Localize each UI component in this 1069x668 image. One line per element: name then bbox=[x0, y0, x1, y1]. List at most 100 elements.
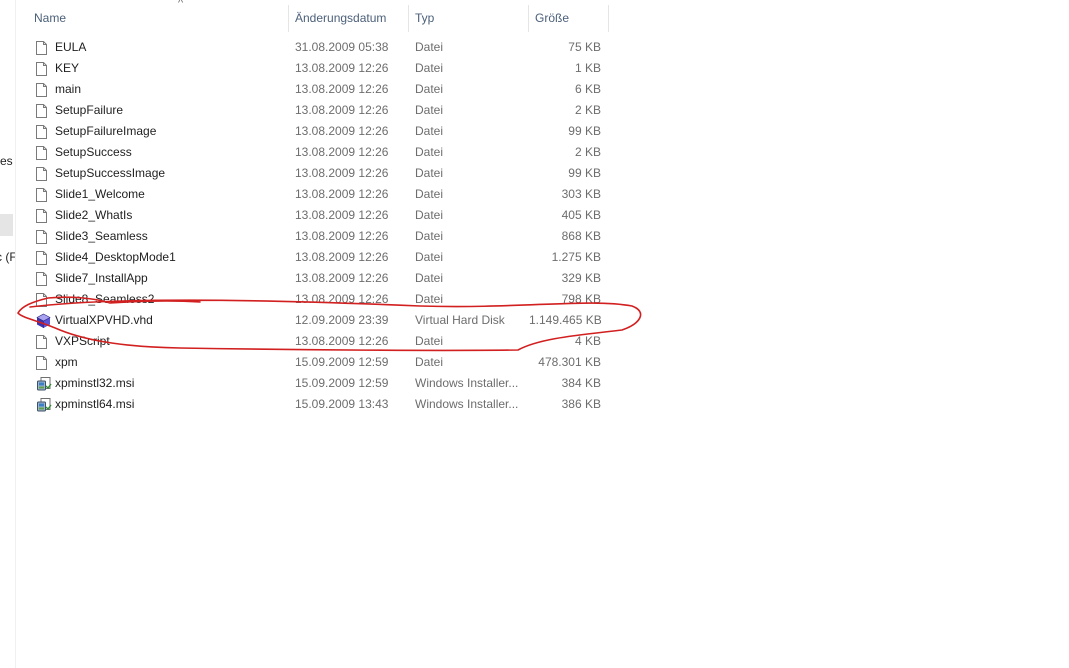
nav-selected-item[interactable] bbox=[0, 214, 13, 236]
file-size: 798 KB bbox=[561, 292, 601, 306]
file-name[interactable]: Slide7_InstallApp bbox=[55, 268, 287, 289]
column-header-type[interactable]: Typ bbox=[409, 5, 529, 32]
generic-file-icon bbox=[36, 268, 52, 289]
file-row[interactable]: KEY 13.08.2009 12:26 Datei 1 KB bbox=[28, 58, 610, 79]
generic-file-icon bbox=[36, 163, 52, 184]
file-type: Datei bbox=[415, 334, 444, 348]
navigation-pane[interactable]: es c (F bbox=[0, 0, 16, 668]
generic-file-icon bbox=[36, 331, 52, 352]
file-name[interactable]: SetupFailure bbox=[55, 100, 287, 121]
file-size: 405 KB bbox=[561, 208, 601, 222]
file-size: 4 KB bbox=[574, 334, 601, 348]
file-row[interactable]: main 13.08.2009 12:26 Datei 6 KB bbox=[28, 79, 610, 100]
file-row[interactable]: SetupSuccess 13.08.2009 12:26 Datei 2 KB bbox=[28, 142, 610, 163]
file-row[interactable]: Slide2_WhatIs 13.08.2009 12:26 Datei 405 KB bbox=[28, 205, 610, 226]
column-header-size[interactable]: Größe bbox=[529, 5, 609, 32]
generic-file-icon bbox=[36, 58, 52, 79]
generic-file-icon bbox=[36, 79, 52, 100]
generic-file-icon bbox=[36, 352, 52, 373]
generic-file-icon bbox=[36, 121, 52, 142]
file-type: Datei bbox=[415, 145, 444, 159]
file-size: 99 KB bbox=[568, 166, 601, 180]
file-type: Windows Installer... bbox=[415, 397, 519, 411]
file-row[interactable]: VXPScript 13.08.2009 12:26 Datei 4 KB bbox=[28, 331, 610, 352]
generic-file-icon bbox=[36, 226, 52, 247]
file-type: Datei bbox=[415, 166, 444, 180]
file-name[interactable]: Slide8_Seamless2 bbox=[55, 289, 287, 310]
file-row[interactable]: Slide7_InstallApp 13.08.2009 12:26 Datei 32… bbox=[28, 268, 610, 289]
file-name[interactable]: KEY bbox=[55, 58, 287, 79]
file-type: Datei bbox=[415, 229, 444, 243]
file-name[interactable]: Slide1_Welcome bbox=[55, 184, 287, 205]
file-type: Virtual Hard Disk bbox=[415, 313, 505, 327]
file-date: 13.08.2009 12:26 bbox=[295, 145, 389, 159]
file-name[interactable]: VirtualXPVHD.vhd bbox=[55, 310, 287, 331]
file-date: 13.08.2009 12:26 bbox=[295, 187, 389, 201]
file-row[interactable]: VirtualXPVHD.vhd 12.09.2009 23:39 Virtual … bbox=[28, 310, 610, 331]
generic-file-icon bbox=[36, 184, 52, 205]
file-size: 6 KB bbox=[574, 82, 601, 96]
file-row[interactable]: Slide4_DesktopMode1 13.08.2009 12:26 Datei… bbox=[28, 247, 610, 268]
file-type: Datei bbox=[415, 208, 444, 222]
file-name[interactable]: VXPScript bbox=[55, 331, 287, 352]
file-name[interactable]: Slide3_Seamless bbox=[55, 226, 287, 247]
file-size: 2 KB bbox=[574, 145, 601, 159]
file-name[interactable]: SetupFailureImage bbox=[55, 121, 287, 142]
file-type: Datei bbox=[415, 187, 444, 201]
file-name[interactable]: xpminstl32.msi bbox=[55, 373, 287, 394]
sort-ascending-icon: ^ bbox=[178, 0, 184, 9]
file-size: 329 KB bbox=[561, 271, 601, 285]
column-header-row: Name ^ Änderungsdatum Typ Größe bbox=[28, 0, 610, 32]
generic-file-icon bbox=[36, 205, 52, 226]
generic-file-icon bbox=[36, 247, 52, 268]
msi-installer-icon bbox=[36, 394, 52, 415]
generic-file-icon bbox=[36, 142, 52, 163]
file-date: 13.08.2009 12:26 bbox=[295, 103, 389, 117]
file-row[interactable]: SetupFailure 13.08.2009 12:26 Datei 2 KB bbox=[28, 100, 610, 121]
column-header-date[interactable]: Änderungsdatum bbox=[289, 5, 409, 32]
file-date: 15.09.2009 13:43 bbox=[295, 397, 389, 411]
column-header-name[interactable]: Name bbox=[28, 5, 289, 32]
file-date: 13.08.2009 12:26 bbox=[295, 82, 389, 96]
file-size: 386 KB bbox=[561, 397, 601, 411]
file-name[interactable]: Slide4_DesktopMode1 bbox=[55, 247, 287, 268]
file-name[interactable]: Slide2_WhatIs bbox=[55, 205, 287, 226]
file-name[interactable]: SetupSuccessImage bbox=[55, 163, 287, 184]
file-type: Datei bbox=[415, 355, 444, 369]
file-size: 1.275 KB bbox=[551, 250, 601, 264]
virtual-disk-icon bbox=[36, 310, 52, 331]
file-size: 868 KB bbox=[561, 229, 601, 243]
file-date: 15.09.2009 12:59 bbox=[295, 355, 389, 369]
file-row[interactable]: Slide1_Welcome 13.08.2009 12:26 Datei 303 K… bbox=[28, 184, 610, 205]
file-row[interactable]: xpminstl64.msi 15.09.2009 13:43 Windows In… bbox=[28, 394, 610, 415]
file-row[interactable]: SetupSuccessImage 13.08.2009 12:26 Datei 99… bbox=[28, 163, 610, 184]
file-row[interactable]: SetupFailureImage 13.08.2009 12:26 Datei 99… bbox=[28, 121, 610, 142]
file-date: 15.09.2009 12:59 bbox=[295, 376, 389, 390]
file-name[interactable]: xpm bbox=[55, 352, 287, 373]
file-name[interactable]: xpminstl64.msi bbox=[55, 394, 287, 415]
file-row[interactable]: Slide3_Seamless 13.08.2009 12:26 Datei 868 … bbox=[28, 226, 610, 247]
file-type: Datei bbox=[415, 124, 444, 138]
file-row[interactable]: Slide8_Seamless2 13.08.2009 12:26 Datei 798… bbox=[28, 289, 610, 310]
file-name[interactable]: EULA bbox=[55, 37, 287, 58]
file-type: Datei bbox=[415, 82, 444, 96]
generic-file-icon bbox=[36, 289, 52, 310]
file-row[interactable]: xpminstl32.msi 15.09.2009 12:59 Windows In… bbox=[28, 373, 610, 394]
file-type: Windows Installer... bbox=[415, 376, 519, 390]
file-name[interactable]: main bbox=[55, 79, 287, 100]
nav-item-fragment[interactable]: c (F bbox=[0, 250, 15, 264]
file-date: 13.08.2009 12:26 bbox=[295, 208, 389, 222]
file-type: Datei bbox=[415, 271, 444, 285]
nav-item-fragment[interactable]: es bbox=[0, 154, 13, 168]
file-date: 31.08.2009 05:38 bbox=[295, 40, 389, 54]
file-date: 13.08.2009 12:26 bbox=[295, 124, 389, 138]
file-size: 478.301 KB bbox=[538, 355, 601, 369]
file-size: 384 KB bbox=[561, 376, 601, 390]
file-type: Datei bbox=[415, 250, 444, 264]
file-row[interactable]: EULA 31.08.2009 05:38 Datei 75 KB bbox=[28, 37, 610, 58]
file-row[interactable]: xpm 15.09.2009 12:59 Datei 478.301 KB bbox=[28, 352, 610, 373]
generic-file-icon bbox=[36, 37, 52, 58]
file-date: 13.08.2009 12:26 bbox=[295, 166, 389, 180]
file-date: 13.08.2009 12:26 bbox=[295, 229, 389, 243]
file-name[interactable]: SetupSuccess bbox=[55, 142, 287, 163]
